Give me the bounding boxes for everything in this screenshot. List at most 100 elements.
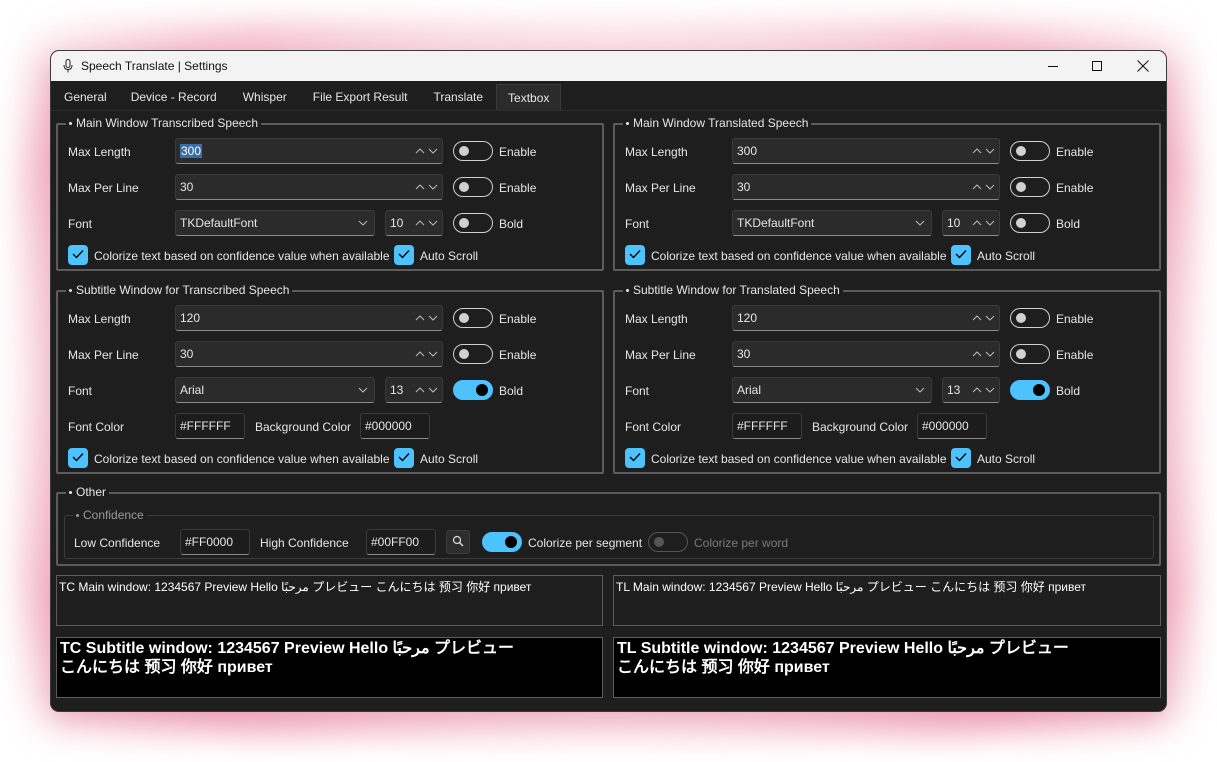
tab-device-record[interactable]: Device - Record bbox=[118, 84, 230, 110]
sw-tl-max-per-line-toggle[interactable] bbox=[1010, 344, 1050, 364]
mw-tc-auto-scroll-checkbox[interactable] bbox=[394, 245, 414, 265]
maximize-button[interactable] bbox=[1074, 51, 1120, 81]
tl-subtitle-line-1: TL Subtitle window: 1234567 Preview Hell… bbox=[617, 640, 1069, 657]
tc-subtitle-line-1: TC Subtitle window: 1234567 Preview Hell… bbox=[60, 640, 514, 657]
max-per-line-label: Max Per Line bbox=[625, 348, 696, 362]
chevron-down-icon bbox=[358, 211, 368, 235]
sw-tl-font-color-input[interactable]: #FFFFFF bbox=[732, 413, 802, 439]
tl-main-preview[interactable]: TL Main window: 1234567 Preview Hello مر… bbox=[613, 575, 1161, 626]
colorize-label: Colorize text based on confidence value … bbox=[651, 249, 947, 263]
tab-textbox[interactable]: Textbox bbox=[496, 84, 562, 110]
tab-general[interactable]: General bbox=[53, 84, 118, 110]
sw-tc-font-size-input[interactable]: 13 bbox=[385, 377, 443, 403]
tab-translate[interactable]: Translate bbox=[420, 84, 496, 110]
mw-tc-bold-toggle[interactable] bbox=[453, 213, 493, 233]
sw-tl-font-select[interactable]: Arial bbox=[732, 377, 932, 403]
max-length-label: Max Length bbox=[625, 312, 688, 326]
colorize-label: Colorize text based on confidence value … bbox=[651, 452, 947, 466]
check-icon bbox=[955, 451, 967, 465]
high-confidence-label: High Confidence bbox=[260, 536, 349, 550]
sw-tl-background-color-input[interactable]: #000000 bbox=[917, 413, 987, 439]
high-confidence-input[interactable]: #00FF00 bbox=[366, 529, 436, 555]
enable-label: Enable bbox=[499, 145, 537, 159]
sw-tc-auto-scroll-checkbox[interactable] bbox=[394, 448, 414, 468]
mw-tl-max-length-toggle[interactable] bbox=[1010, 141, 1050, 161]
colorize-per-word-toggle[interactable] bbox=[648, 532, 688, 552]
sw-tc-max-length-input[interactable]: 120 bbox=[175, 305, 443, 331]
font-color-label: Font Color bbox=[68, 420, 125, 434]
sw-tl-max-per-line-input[interactable]: 30 bbox=[732, 341, 1000, 367]
tc-subtitle-preview[interactable]: TC Subtitle window: 1234567 Preview Hell… bbox=[56, 637, 603, 698]
sw-tc-background-color-input[interactable]: #000000 bbox=[360, 413, 430, 439]
mw-tl-max-per-line-toggle[interactable] bbox=[1010, 177, 1050, 197]
mw-tc-max-length-input[interactable]: 300 bbox=[175, 138, 443, 164]
mw-tl-legend: Main Window Translated Speech bbox=[633, 116, 809, 130]
mw-tl-colorize-checkbox[interactable] bbox=[625, 245, 645, 265]
auto-scroll-label: Auto Scroll bbox=[420, 249, 479, 263]
max-per-line-label: Max Per Line bbox=[68, 348, 139, 362]
colorize-label: Colorize text based on confidence value … bbox=[94, 249, 390, 263]
max-length-label: Max Length bbox=[68, 312, 131, 326]
tab-bar: General Device - Record Whisper File Exp… bbox=[51, 81, 1166, 111]
tl-subtitle-preview[interactable]: TL Subtitle window: 1234567 Preview Hell… bbox=[613, 637, 1161, 698]
tc-main-preview[interactable]: TC Main window: 1234567 Preview Hello مر… bbox=[56, 575, 603, 626]
sw-tc-font-color-input[interactable]: #FFFFFF bbox=[175, 413, 245, 439]
mw-tl-max-per-line-input[interactable]: 30 bbox=[732, 174, 1000, 200]
sw-tl-max-length-input[interactable]: 120 bbox=[732, 305, 1000, 331]
mw-tl-font-size-input[interactable]: 10 bbox=[942, 210, 1000, 236]
chevron-down-icon bbox=[358, 378, 368, 402]
confidence-group: Confidence Low Confidence #FF0000 High C… bbox=[64, 508, 1154, 559]
max-length-label: Max Length bbox=[68, 145, 131, 159]
enable-label: Enable bbox=[1056, 312, 1094, 326]
search-icon bbox=[452, 535, 464, 550]
sw-tc-bold-toggle[interactable] bbox=[453, 380, 493, 400]
sw-tc-colorize-checkbox[interactable] bbox=[68, 448, 88, 468]
check-icon bbox=[398, 248, 410, 262]
mw-tl-auto-scroll-checkbox[interactable] bbox=[951, 245, 971, 265]
sw-tl-font-size-input[interactable]: 13 bbox=[942, 377, 1000, 403]
sw-tc-group: Subtitle Window for Transcribed Speech M… bbox=[56, 283, 604, 474]
mw-tc-max-length-toggle[interactable] bbox=[453, 141, 493, 161]
sw-tl-max-length-toggle[interactable] bbox=[1010, 308, 1050, 328]
sw-tc-legend: Subtitle Window for Transcribed Speech bbox=[76, 283, 290, 297]
sw-tc-max-per-line-input[interactable]: 30 bbox=[175, 341, 443, 367]
mw-tl-max-length-input[interactable]: 300 bbox=[732, 138, 1000, 164]
mw-tc-font-size-input[interactable]: 10 bbox=[385, 210, 443, 236]
bold-label: Bold bbox=[1056, 384, 1081, 398]
close-icon bbox=[1137, 60, 1149, 72]
check-icon bbox=[629, 248, 641, 262]
mw-tc-colorize-checkbox[interactable] bbox=[68, 245, 88, 265]
sw-tl-bold-toggle[interactable] bbox=[1010, 380, 1050, 400]
mw-tl-bold-toggle[interactable] bbox=[1010, 213, 1050, 233]
spin-arrows[interactable] bbox=[415, 139, 438, 163]
sw-tc-font-select[interactable]: Arial bbox=[175, 377, 375, 403]
auto-scroll-label: Auto Scroll bbox=[977, 452, 1036, 466]
mw-tc-max-per-line-input[interactable]: 30 bbox=[175, 174, 443, 200]
sw-tl-colorize-checkbox[interactable] bbox=[625, 448, 645, 468]
check-icon bbox=[629, 451, 641, 465]
sw-tc-max-per-line-toggle[interactable] bbox=[453, 344, 493, 364]
mw-tl-font-select[interactable]: TKDefaultFont bbox=[732, 210, 932, 236]
bold-label: Bold bbox=[499, 217, 524, 231]
tab-whisper[interactable]: Whisper bbox=[230, 84, 300, 110]
chevron-down-icon bbox=[915, 211, 925, 235]
enable-label: Enable bbox=[499, 181, 537, 195]
low-confidence-input[interactable]: #FF0000 bbox=[180, 529, 250, 555]
low-confidence-label: Low Confidence bbox=[74, 536, 161, 550]
auto-scroll-label: Auto Scroll bbox=[977, 249, 1036, 263]
tl-main-preview-text: TL Main window: 1234567 Preview Hello مر… bbox=[616, 580, 1086, 594]
sw-tc-max-length-toggle[interactable] bbox=[453, 308, 493, 328]
mw-tc-font-select[interactable]: TKDefaultFont bbox=[175, 210, 375, 236]
mw-tc-max-per-line-toggle[interactable] bbox=[453, 177, 493, 197]
color-picker-button[interactable] bbox=[446, 530, 470, 554]
title-bar[interactable]: Speech Translate | Settings bbox=[51, 51, 1166, 81]
check-icon bbox=[72, 248, 84, 262]
colorize-per-segment-toggle[interactable] bbox=[482, 532, 522, 552]
tc-main-preview-text: TC Main window: 1234567 Preview Hello مر… bbox=[59, 580, 532, 594]
minimize-button[interactable] bbox=[1030, 51, 1076, 81]
tab-file-export-result[interactable]: File Export Result bbox=[300, 84, 421, 110]
close-button[interactable] bbox=[1120, 51, 1166, 81]
sw-tl-legend: Subtitle Window for Translated Speech bbox=[633, 283, 840, 297]
maximize-icon bbox=[1092, 61, 1102, 71]
sw-tl-auto-scroll-checkbox[interactable] bbox=[951, 448, 971, 468]
